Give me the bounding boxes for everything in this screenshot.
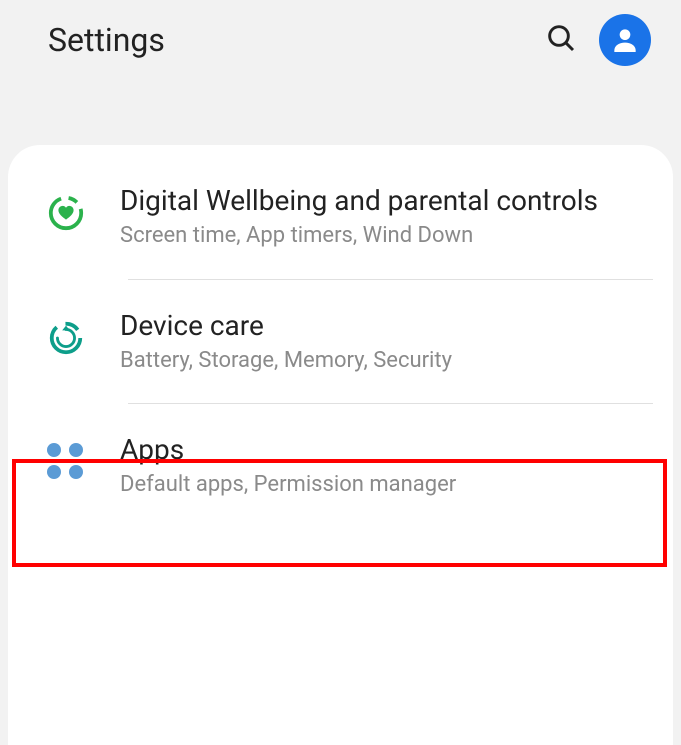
settings-item-device-care[interactable]: Device care Battery, Storage, Memory, Se… xyxy=(8,280,673,404)
profile-icon[interactable] xyxy=(599,14,651,66)
search-icon[interactable] xyxy=(545,22,577,58)
item-text: Apps Default apps, Permission manager xyxy=(120,432,653,500)
item-title: Digital Wellbeing and parental controls xyxy=(120,183,653,218)
settings-header: Settings xyxy=(0,0,681,80)
apps-icon xyxy=(40,436,92,488)
settings-card: Digital Wellbeing and parental controls … xyxy=(8,145,673,745)
settings-item-digital-wellbeing[interactable]: Digital Wellbeing and parental controls … xyxy=(8,155,673,279)
header-actions xyxy=(545,14,651,66)
item-text: Digital Wellbeing and parental controls … xyxy=(120,183,653,251)
item-subtitle: Default apps, Permission manager xyxy=(120,471,653,500)
digital-wellbeing-icon xyxy=(40,187,92,239)
item-subtitle: Battery, Storage, Memory, Security xyxy=(120,347,653,376)
settings-item-apps[interactable]: Apps Default apps, Permission manager xyxy=(8,404,673,528)
item-subtitle: Screen time, App timers, Wind Down xyxy=(120,222,653,251)
item-title: Device care xyxy=(120,308,653,343)
device-care-icon xyxy=(40,312,92,364)
item-title: Apps xyxy=(120,432,653,467)
page-title: Settings xyxy=(48,21,165,59)
item-text: Device care Battery, Storage, Memory, Se… xyxy=(120,308,653,376)
